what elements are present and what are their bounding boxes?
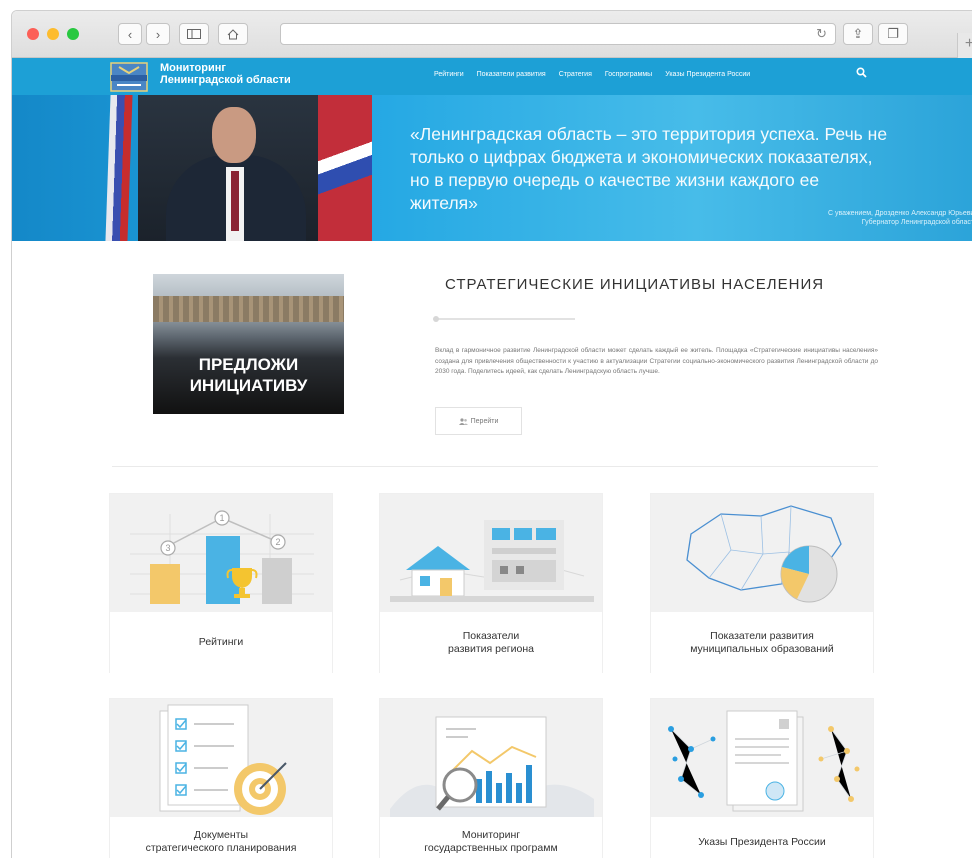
site-title-line2: Ленинградской области — [160, 74, 291, 86]
chevron-right-icon: › — [155, 26, 161, 42]
seal-icon — [765, 781, 785, 801]
site-header: Мониторинг Ленинградской области Рейтинг… — [12, 58, 972, 95]
nav-strategy[interactable]: Стратегия — [559, 71, 592, 78]
rank-1-label: 1 — [219, 513, 224, 523]
new-tab-button[interactable]: + — [957, 33, 972, 59]
section-divider — [112, 466, 878, 467]
region-flag-image — [318, 95, 372, 241]
go-button[interactable]: Перейти — [435, 407, 522, 435]
card-strategic-documents-line1: Документы — [193, 829, 249, 841]
nav-state-programs[interactable]: Госпрограммы — [605, 71, 652, 78]
card-president-decrees-label: Указы Президента России — [651, 817, 873, 858]
region-development-illustration — [380, 494, 602, 612]
nav-ratings[interactable]: Рейтинги — [434, 71, 464, 78]
sidebar-button[interactable] — [179, 23, 209, 45]
card-municipal-indicators-line2: муниципальных образований — [690, 642, 834, 655]
strategy-title-dot — [433, 316, 439, 322]
browser-window: ‹ › ↻ ⇪ ❐ + Мониторинг Ленинградской обл… — [11, 10, 972, 858]
address-bar[interactable]: ↻ — [280, 23, 836, 45]
target-icon — [234, 762, 287, 815]
card-president-decrees-line1: Указы Президента России — [698, 835, 826, 848]
plus-icon: + — [965, 35, 972, 52]
card-region-indicators[interactable]: Показатели развития региона — [379, 493, 603, 673]
home-icon — [227, 28, 239, 39]
nav-president-decrees[interactable]: Указы Президента России — [665, 71, 750, 78]
users-icon — [458, 417, 468, 425]
card-state-programs-line2: государственных программ — [424, 842, 558, 854]
forward-button[interactable]: › — [146, 23, 170, 45]
promo-text: ПРЕДЛОЖИ ИНИЦИАТИВУ — [153, 354, 344, 396]
region-map-illustration — [651, 494, 873, 612]
card-ratings-label-line1: Рейтинги — [198, 636, 244, 648]
ratings-illustration: 1 2 3 — [110, 494, 332, 612]
palace-image — [153, 296, 344, 322]
promo-text-line2: ИНИЦИАТИВУ — [189, 376, 308, 395]
card-state-programs-line1: Мониторинг — [461, 829, 521, 841]
quote-author-position: Губернатор Ленинградской области — [861, 219, 972, 226]
reload-icon[interactable]: ↻ — [816, 26, 827, 42]
rank-2-label: 2 — [275, 537, 280, 547]
coat-of-arms-logo[interactable] — [109, 61, 149, 93]
governor-tie — [231, 171, 239, 231]
main-nav: Рейтинги Показатели развития Стратегия Г… — [434, 71, 763, 78]
sidebar-icon — [187, 29, 201, 39]
monitoring-illustration — [380, 699, 602, 817]
go-button-label: Перейти — [470, 417, 499, 425]
card-region-indicators-line2: развития региона — [448, 642, 534, 655]
card-municipal-indicators-line1: Показатели развития — [710, 629, 814, 642]
emblem-icon — [779, 719, 789, 729]
card-municipal-indicators-label: Показатели развития муниципальных образо… — [651, 612, 873, 673]
card-region-indicators-label: Показатели развития региона — [380, 612, 602, 673]
quote-author: С уважением, Дрозденко Александр Юрьевич… — [828, 209, 972, 227]
strategy-description: Вклад в гармоничное развитие Ленинградск… — [435, 347, 878, 375]
strategy-title: СТРАТЕГИЧЕСКИЕ ИНИЦИАТИВЫ НАСЕЛЕНИЯ — [445, 276, 825, 293]
card-municipal-indicators[interactable]: Показатели развития муниципальных образо… — [650, 493, 874, 673]
home-button[interactable] — [218, 23, 248, 45]
browser-toolbar: ‹ › ↻ ⇪ ❐ + — [12, 11, 972, 59]
card-ratings-label: Рейтинги — [110, 612, 332, 673]
share-button[interactable]: ⇪ — [843, 23, 873, 45]
nav-development-indicators[interactable]: Показатели развития — [477, 71, 546, 78]
search-icon[interactable] — [856, 67, 867, 78]
share-icon: ⇪ — [852, 26, 864, 41]
chevron-left-icon: ‹ — [127, 26, 133, 42]
site-title-line1: Мониторинг — [160, 62, 226, 74]
card-region-indicators-line1: Показатели — [462, 629, 520, 642]
hero-banner: «Ленинградская область – это территория … — [12, 95, 972, 241]
promo-text-line1: ПРЕДЛОЖИ — [198, 355, 299, 374]
russian-flag-image — [105, 95, 133, 241]
site-title[interactable]: Мониторинг Ленинградской области — [160, 62, 291, 86]
back-button[interactable]: ‹ — [118, 23, 142, 45]
close-window-button[interactable] — [27, 28, 39, 40]
strategy-title-underline — [435, 318, 575, 320]
card-state-programs-label: Мониторинг государственных программ — [380, 817, 602, 858]
card-strategic-documents-label: Документы стратегического планирования — [110, 817, 332, 858]
minimize-window-button[interactable] — [47, 28, 59, 40]
rank-3-label: 3 — [165, 543, 170, 553]
quote-author-name: С уважением, Дрозденко Александр Юрьевич — [827, 210, 972, 217]
governor-head — [212, 107, 256, 163]
tabs-icon: ❐ — [887, 26, 899, 41]
tabs-overview-button[interactable]: ❐ — [878, 23, 908, 45]
propose-initiative-banner[interactable]: ПРЕДЛОЖИ ИНИЦИАТИВУ — [153, 274, 344, 414]
decrees-illustration — [651, 699, 873, 817]
card-strategic-documents-line2: стратегического планирования — [145, 842, 297, 854]
maximize-window-button[interactable] — [67, 28, 79, 40]
card-president-decrees[interactable]: Указы Президента России — [650, 698, 874, 858]
documents-illustration — [110, 699, 332, 817]
card-state-programs[interactable]: Мониторинг государственных программ — [379, 698, 603, 858]
card-ratings[interactable]: 1 2 3 Рейтинги — [109, 493, 333, 673]
banner-quote: «Ленинградская область – это территория … — [410, 124, 888, 213]
card-strategic-documents[interactable]: Документы стратегического планирования — [109, 698, 333, 858]
